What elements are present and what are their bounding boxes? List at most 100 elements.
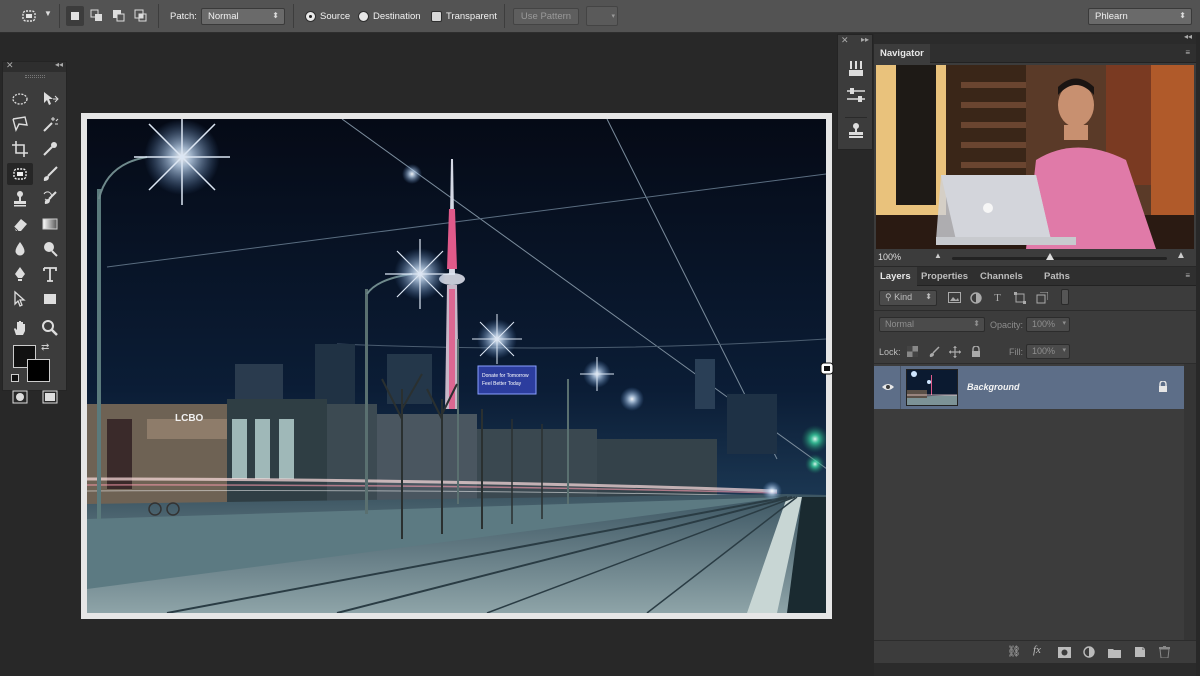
move-tool[interactable] (37, 88, 63, 110)
lock-transparent-button[interactable] (905, 345, 920, 358)
layer-visibility-toggle[interactable] (874, 366, 901, 409)
canvas-photo[interactable]: Donate for Tomorrow Feel Better Today LC… (87, 119, 826, 613)
zoom-out-icon[interactable]: ▲ (934, 251, 942, 260)
tab-properties[interactable]: Properties (915, 267, 974, 286)
panel-menu-icon[interactable]: ≡ (1185, 48, 1190, 57)
zoom-slider-thumb[interactable] (1046, 253, 1054, 260)
sliders-icon (847, 88, 865, 102)
use-pattern-button[interactable]: Use Pattern (513, 8, 579, 25)
clone-source-button[interactable] (845, 117, 867, 141)
close-icon[interactable]: ✕ (6, 60, 14, 71)
add-to-selection-button[interactable] (88, 6, 106, 26)
pen-tool[interactable] (7, 263, 33, 285)
dodge-tool[interactable] (37, 238, 63, 260)
path-selection-tool[interactable] (7, 288, 33, 310)
background-color-swatch[interactable] (27, 359, 50, 382)
layer-thumbnail-image (907, 370, 957, 405)
blend-mode-dropdown[interactable]: Normal ⬍ (879, 317, 985, 332)
lasso-tool[interactable] (7, 113, 33, 135)
pattern-picker[interactable]: ▾ (586, 6, 618, 26)
close-icon[interactable]: ✕ (841, 35, 849, 46)
expand-panels-icon[interactable]: ▸▸ (861, 35, 869, 44)
filter-shape-button[interactable] (1012, 291, 1027, 304)
zoom-percent[interactable]: 100% (878, 252, 901, 262)
zoom-slider[interactable] (952, 253, 1167, 260)
patch-mode-value: Normal (208, 11, 239, 22)
direct-selection-icon (14, 290, 26, 307)
blur-tool[interactable] (7, 238, 33, 260)
panel-menu-icon[interactable]: ≡ (1185, 271, 1190, 280)
source-radio[interactable] (305, 11, 316, 22)
default-colors-icon[interactable] (11, 374, 19, 382)
add-mask-icon[interactable] (1058, 647, 1071, 658)
intersect-selection-button[interactable] (132, 6, 150, 26)
collapse-icon[interactable]: ◂◂ (1184, 32, 1192, 41)
workspace-dropdown[interactable]: Phlearn ⬍ (1088, 8, 1192, 25)
elliptical-marquee-tool[interactable] (7, 88, 33, 110)
tab-layers[interactable]: Layers (874, 267, 917, 286)
layer-lock-icon[interactable] (1158, 381, 1168, 393)
layers-tab-bar: Layers Properties Channels Paths ≡ (874, 267, 1196, 286)
layer-row-background[interactable]: Background (874, 366, 1184, 409)
lock-all-button[interactable] (968, 345, 983, 358)
clone-stamp-tool[interactable] (7, 188, 33, 210)
subtract-from-selection-button[interactable] (110, 6, 128, 26)
type-tool[interactable] (37, 263, 63, 285)
quick-mask-button[interactable] (7, 388, 33, 406)
collapse-icon[interactable]: ◂◂ (55, 60, 63, 69)
new-selection-button[interactable] (66, 6, 84, 26)
smart-object-icon (1036, 291, 1048, 303)
screen-mode-icon (42, 390, 58, 404)
hand-tool[interactable] (7, 317, 33, 339)
eraser-tool[interactable] (7, 213, 33, 235)
tab-navigator[interactable]: Navigator (874, 44, 930, 63)
filter-pixel-button[interactable] (947, 291, 962, 304)
workspace-value: Phlearn (1095, 11, 1128, 22)
fill-field[interactable]: 100% ▾ (1026, 344, 1070, 359)
link-layers-icon[interactable]: ⛓ (1007, 645, 1021, 658)
tab-channels[interactable]: Channels (974, 267, 1029, 286)
tab-paths[interactable]: Paths (1038, 267, 1076, 286)
lock-pixels-button[interactable] (926, 345, 941, 358)
layer-name[interactable]: Background (967, 382, 1020, 392)
swap-colors-icon[interactable]: ⇄ (41, 342, 49, 353)
lock-position-button[interactable] (947, 345, 962, 358)
transparent-checkbox[interactable] (431, 11, 442, 22)
brush-icon (929, 345, 940, 357)
adjustments-button[interactable] (845, 85, 867, 105)
layers-panel: Layers Properties Channels Paths ≡ ⚲ Kin… (874, 267, 1196, 663)
new-group-folder-icon[interactable] (1108, 647, 1121, 658)
filter-type-button[interactable]: T (990, 291, 1005, 304)
opacity-field[interactable]: 100% ▾ (1026, 317, 1070, 332)
new-adjustment-layer-icon[interactable] (1083, 646, 1095, 658)
toolbox-header[interactable]: ✕ ◂◂ (3, 60, 66, 72)
panel-dock-header[interactable]: ◂◂ (874, 32, 1196, 44)
crop-tool[interactable] (7, 138, 33, 160)
zoom-in-icon[interactable]: ▲ (1176, 250, 1186, 261)
layer-thumbnail[interactable] (906, 369, 958, 406)
destination-radio[interactable] (358, 11, 369, 22)
filter-toggle-switch[interactable] (1061, 289, 1069, 305)
rectangle-tool[interactable] (37, 288, 63, 310)
filter-smart-object-button[interactable] (1034, 291, 1049, 304)
new-layer-icon[interactable] (1134, 646, 1146, 658)
delete-layer-trash-icon[interactable] (1159, 646, 1170, 658)
gradient-tool[interactable] (37, 213, 63, 235)
filter-kind-dropdown[interactable]: ⚲ Kind ⬍ (879, 290, 937, 306)
brush-presets-button[interactable] (845, 59, 867, 79)
layers-scrollbar[interactable] (1184, 364, 1196, 640)
brush-tool[interactable] (37, 163, 63, 185)
zoom-tool[interactable] (37, 317, 63, 339)
navigator-preview[interactable] (876, 65, 1194, 249)
toolbox-grip[interactable] (25, 75, 45, 78)
patch-mode-dropdown[interactable]: Normal ⬍ (201, 8, 285, 25)
eyedropper-tool[interactable] (37, 138, 63, 160)
tool-preset-picker[interactable]: ▼ (18, 7, 54, 25)
screen-mode-button[interactable] (37, 388, 63, 406)
patch-tool[interactable] (7, 163, 33, 185)
layer-style-fx-icon[interactable]: fx (1033, 644, 1041, 656)
magic-wand-tool[interactable] (37, 113, 63, 135)
history-brush-tool[interactable] (37, 188, 63, 210)
filter-adjustment-button[interactable] (968, 291, 983, 304)
brush-presets-icon (849, 61, 863, 76)
